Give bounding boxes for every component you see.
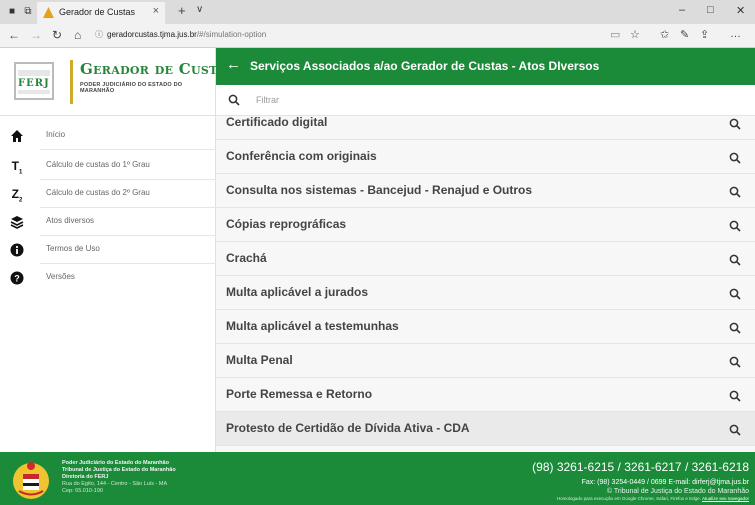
search-icon[interactable] xyxy=(729,321,741,334)
site-info-icon[interactable]: ⓘ xyxy=(95,30,103,39)
back-nav-icon[interactable]: ← xyxy=(8,28,20,42)
site-favicon-icon xyxy=(43,7,54,18)
list-item[interactable]: Conferência com originais xyxy=(216,140,755,174)
list-item[interactable]: Multa aplicável a testemunhas xyxy=(216,310,755,344)
content-header: ← Serviços Associados a/ao Gerador de Cu… xyxy=(216,48,755,85)
tab-actions-icon[interactable]: ⧉ xyxy=(22,6,34,18)
maximize-icon[interactable]: □ xyxy=(707,4,714,16)
page-title: Serviços Associados a/ao Gerador de Cust… xyxy=(250,59,600,73)
tab-title: Gerador de Custas xyxy=(59,7,136,17)
sidebar-item-label: Termos de Uso xyxy=(46,244,100,253)
list-item-label: Multa aplicável a testemunhas xyxy=(226,319,399,333)
list-item[interactable]: Multa Penal xyxy=(216,344,755,378)
footer-contact: (98) 3261-6215 / 3261-6217 / 3261-6218 F… xyxy=(216,452,755,505)
help-icon: ? xyxy=(10,271,24,285)
url-field[interactable]: ⓘ geradorcustas.tjma.jus.br/#/simulation-… xyxy=(95,29,266,40)
footer-left: Poder Judiciário do Estado do Maranhão T… xyxy=(0,452,216,505)
list-item-label: Multa Penal xyxy=(226,353,293,367)
first-degree-icon: T1 xyxy=(11,159,23,176)
more-options-icon[interactable]: … xyxy=(730,28,741,40)
sidebar-item-termos[interactable]: Termos de Uso xyxy=(0,236,216,264)
back-arrow-icon[interactable]: ← xyxy=(226,56,241,73)
sidebar-item-label: Início xyxy=(46,130,66,139)
footer-phones: (98) 3261-6215 / 3261-6217 / 3261-6218 xyxy=(532,460,749,474)
search-icon[interactable] xyxy=(729,151,741,164)
brand-title: Gerador de Custas xyxy=(80,60,235,78)
close-window-icon[interactable]: ✕ xyxy=(736,4,745,17)
sidebar: Início T1 Cálculo de custas do 1º Grau Z… xyxy=(0,116,216,452)
update-browser-link[interactable]: Atualize seu navegador xyxy=(702,496,749,501)
forward-nav-icon[interactable]: → xyxy=(30,28,42,42)
reading-view-icon[interactable]: ▭ xyxy=(610,28,620,41)
close-tab-icon[interactable]: × xyxy=(153,5,159,17)
footer-copyright: © Tribunal de Justiça do Estado do Maran… xyxy=(606,488,749,495)
search-icon[interactable] xyxy=(729,287,741,300)
list-item-label: Conferência com originais xyxy=(226,149,377,163)
footer-homologation: Homologado para execução em Google Chrom… xyxy=(556,496,749,501)
layers-icon xyxy=(10,215,24,229)
url-host: geradorcustas.tjma.jus.br xyxy=(107,30,197,39)
service-list: Certificado digital Conferência com orig… xyxy=(216,116,755,452)
sidebar-item-label: Versões xyxy=(46,272,75,281)
browser-tab[interactable]: Gerador de Custas × xyxy=(37,2,165,24)
list-item[interactable]: Cópias reprográficas xyxy=(216,208,755,242)
sidebar-item-primeiro-grau[interactable]: T1 Cálculo de custas do 1º Grau xyxy=(0,152,216,180)
title-bar: ■ ⧉ Gerador de Custas × + ∨ – □ ✕ xyxy=(0,0,755,24)
search-icon[interactable] xyxy=(729,117,741,130)
search-icon xyxy=(228,93,240,106)
home-nav-icon[interactable]: ⌂ xyxy=(74,28,81,42)
sidebar-item-versoes[interactable]: ? Versões xyxy=(0,264,216,292)
svg-text:?: ? xyxy=(14,274,20,284)
search-icon[interactable] xyxy=(729,355,741,368)
search-icon[interactable] xyxy=(729,423,741,436)
minimize-icon[interactable]: – xyxy=(679,4,685,16)
share-icon[interactable]: ⇪ xyxy=(700,28,709,41)
list-item[interactable]: Porte Remessa e Retorno xyxy=(216,378,755,412)
refresh-icon[interactable]: ↻ xyxy=(52,28,62,42)
list-item-label: Multa aplicável a jurados xyxy=(226,285,369,299)
list-item[interactable]: Certificado digital xyxy=(216,116,755,140)
sidebar-item-label: Atos diversos xyxy=(46,216,95,225)
brand-divider xyxy=(70,60,73,104)
list-item[interactable]: Protesto de Certidão de Dívida Ativa - C… xyxy=(216,412,755,446)
search-icon[interactable] xyxy=(729,185,741,198)
window-menu-icon[interactable]: ■ xyxy=(6,6,18,18)
sidebar-item-segundo-grau[interactable]: Z2 Cálculo de custas do 2º Grau xyxy=(0,180,216,208)
filter-input[interactable]: Filtrar xyxy=(216,85,755,116)
state-seal-icon xyxy=(10,458,52,500)
list-item-label: Porte Remessa e Retorno xyxy=(226,387,373,401)
search-icon[interactable] xyxy=(729,219,741,232)
notes-pen-icon[interactable]: ✎ xyxy=(680,28,689,41)
ferj-logo: FERJ xyxy=(14,62,54,100)
brand-header: FERJ Gerador de Custas PODER JUDICIÁRIO … xyxy=(0,48,234,116)
sidebar-item-label: Cálculo de custas do 2º Grau xyxy=(46,188,150,197)
sidebar-item-inicio[interactable]: Início xyxy=(0,122,216,150)
favorites-bar-icon[interactable]: ✩ xyxy=(660,28,669,41)
brand-subtitle: PODER JUDICIÁRIO DO ESTADO DO MARANHÃO xyxy=(80,82,183,94)
filter-placeholder: Filtrar xyxy=(256,95,279,105)
list-item[interactable]: Consulta nos sistemas - Bancejud - Renaj… xyxy=(216,174,755,208)
info-icon xyxy=(10,243,24,257)
list-item[interactable]: Multa aplicável a jurados xyxy=(216,276,755,310)
search-icon[interactable] xyxy=(729,253,741,266)
footer-fax: Fax: (98) 3254-0449 / 0699 E-mail: dirfe… xyxy=(581,479,749,486)
list-item-label: Consulta nos sistemas - Bancejud - Renaj… xyxy=(226,183,533,197)
home-icon xyxy=(10,129,24,143)
favorite-star-icon[interactable]: ☆ xyxy=(630,28,640,41)
second-degree-icon: Z2 xyxy=(11,187,23,204)
list-item[interactable]: Crachá xyxy=(216,242,755,276)
list-item-label: Cópias reprográficas xyxy=(226,217,347,231)
address-bar: ← → ↻ ⌂ ⓘ geradorcustas.tjma.jus.br/#/sim… xyxy=(0,24,755,48)
footer-address: Poder Judiciário do Estado do Maranhão T… xyxy=(62,460,176,494)
browser-window: ■ ⧉ Gerador de Custas × + ∨ – □ ✕ ← → ↻ … xyxy=(0,0,755,505)
sidebar-item-label: Cálculo de custas do 1º Grau xyxy=(46,160,150,169)
new-tab-icon[interactable]: + xyxy=(178,3,186,18)
list-item-label: Protesto de Certidão de Dívida Ativa - C… xyxy=(226,421,470,435)
list-item-label: Certificado digital xyxy=(226,116,328,129)
url-path: /#/simulation-option xyxy=(196,30,267,39)
sidebar-item-atos-diversos[interactable]: Atos diversos xyxy=(0,208,216,236)
search-icon[interactable] xyxy=(729,389,741,402)
tab-menu-chevron-icon[interactable]: ∨ xyxy=(196,4,203,15)
list-item-label: Crachá xyxy=(226,251,267,265)
